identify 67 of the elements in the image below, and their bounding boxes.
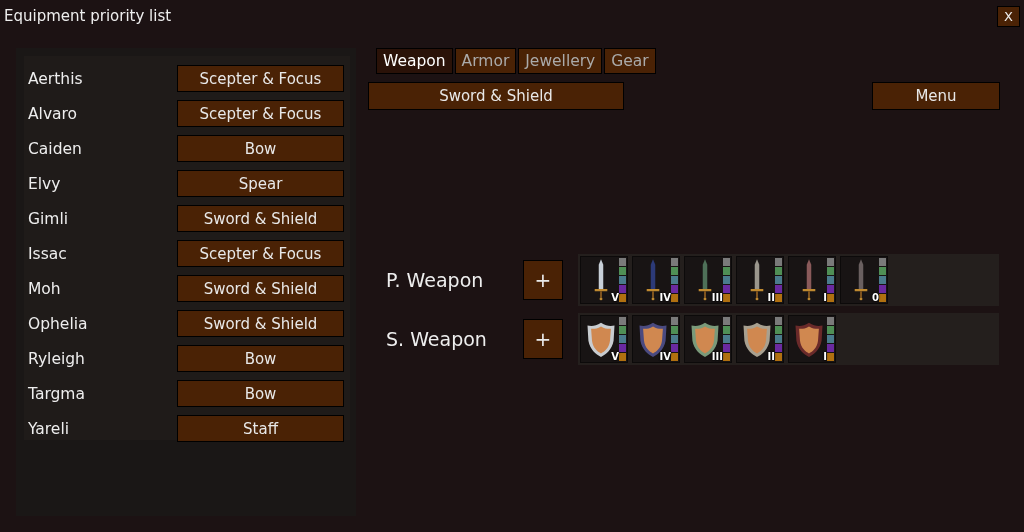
loadout-button[interactable]: Scepter & Focus <box>177 240 344 267</box>
tier-label: II <box>767 351 775 362</box>
item-slot[interactable]: IV <box>632 315 680 363</box>
loadout-button[interactable]: Spear <box>177 170 344 197</box>
tab[interactable]: Jewellery <box>518 48 603 74</box>
item-slot[interactable]: 0 <box>840 256 888 304</box>
loadout-button[interactable]: Scepter & Focus <box>177 100 344 127</box>
tier-label: I <box>823 351 827 362</box>
tab[interactable]: Gear <box>604 48 656 74</box>
quality-strip <box>827 258 834 302</box>
loadout-dropdown[interactable]: Sword & Shield <box>368 82 624 110</box>
quality-strip <box>723 258 730 302</box>
menu-button[interactable]: Menu <box>872 82 1000 110</box>
tier-label: I <box>823 292 827 303</box>
tab[interactable]: Weapon <box>376 48 453 74</box>
item-slot[interactable]: I <box>788 315 836 363</box>
character-name: Ryleigh <box>28 349 85 368</box>
tier-label: IV <box>659 292 671 303</box>
character-name: Caiden <box>28 139 82 158</box>
loadout-button[interactable]: Staff <box>177 415 344 442</box>
loadout-button[interactable]: Bow <box>177 345 344 372</box>
quality-strip <box>775 317 782 361</box>
quality-strip <box>671 258 678 302</box>
quality-strip <box>723 317 730 361</box>
quality-strip <box>827 317 834 361</box>
tab[interactable]: Armor <box>454 48 517 74</box>
quality-strip <box>879 258 886 302</box>
loadout-button[interactable]: Bow <box>177 380 344 407</box>
loadout-button[interactable]: Sword & Shield <box>177 205 344 232</box>
tier-label: IV <box>659 351 671 362</box>
character-name: Gimli <box>28 209 69 228</box>
item-slot[interactable]: II <box>736 315 784 363</box>
item-slot[interactable]: III <box>684 256 732 304</box>
character-name: Moh <box>28 279 61 298</box>
item-slot[interactable]: V <box>580 256 628 304</box>
add-button[interactable]: + <box>523 260 563 300</box>
window-title: Equipment priority list <box>4 7 172 25</box>
loadout-button[interactable]: Bow <box>177 135 344 162</box>
tier-label: V <box>611 292 619 303</box>
loadout-button[interactable]: Sword & Shield <box>177 275 344 302</box>
item-slot[interactable]: III <box>684 315 732 363</box>
tier-label: II <box>767 292 775 303</box>
quality-strip <box>671 317 678 361</box>
character-name: Issac <box>28 244 67 263</box>
tier-label: 0 <box>872 292 879 303</box>
slot-label: P. Weapon <box>385 269 485 291</box>
character-name: Aerthis <box>28 69 83 88</box>
add-button[interactable]: + <box>523 319 563 359</box>
item-slot[interactable]: II <box>736 256 784 304</box>
slot-label: S. Weapon <box>385 328 488 350</box>
tier-label: III <box>711 351 723 362</box>
item-slot[interactable]: IV <box>632 256 680 304</box>
loadout-button[interactable]: Sword & Shield <box>177 310 344 337</box>
quality-strip <box>775 258 782 302</box>
item-slot[interactable]: I <box>788 256 836 304</box>
character-name: Elvy <box>28 174 61 193</box>
close-button[interactable]: X <box>997 5 1020 27</box>
character-name: Ophelia <box>28 314 88 333</box>
loadout-button[interactable]: Scepter & Focus <box>177 65 344 92</box>
item-slot[interactable]: V <box>580 315 628 363</box>
quality-strip <box>619 317 626 361</box>
quality-strip <box>619 258 626 302</box>
character-name: Targma <box>28 384 85 403</box>
tier-label: III <box>711 292 723 303</box>
tier-label: V <box>611 351 619 362</box>
character-name: Yareli <box>28 419 69 438</box>
character-name: Alvaro <box>28 104 78 123</box>
